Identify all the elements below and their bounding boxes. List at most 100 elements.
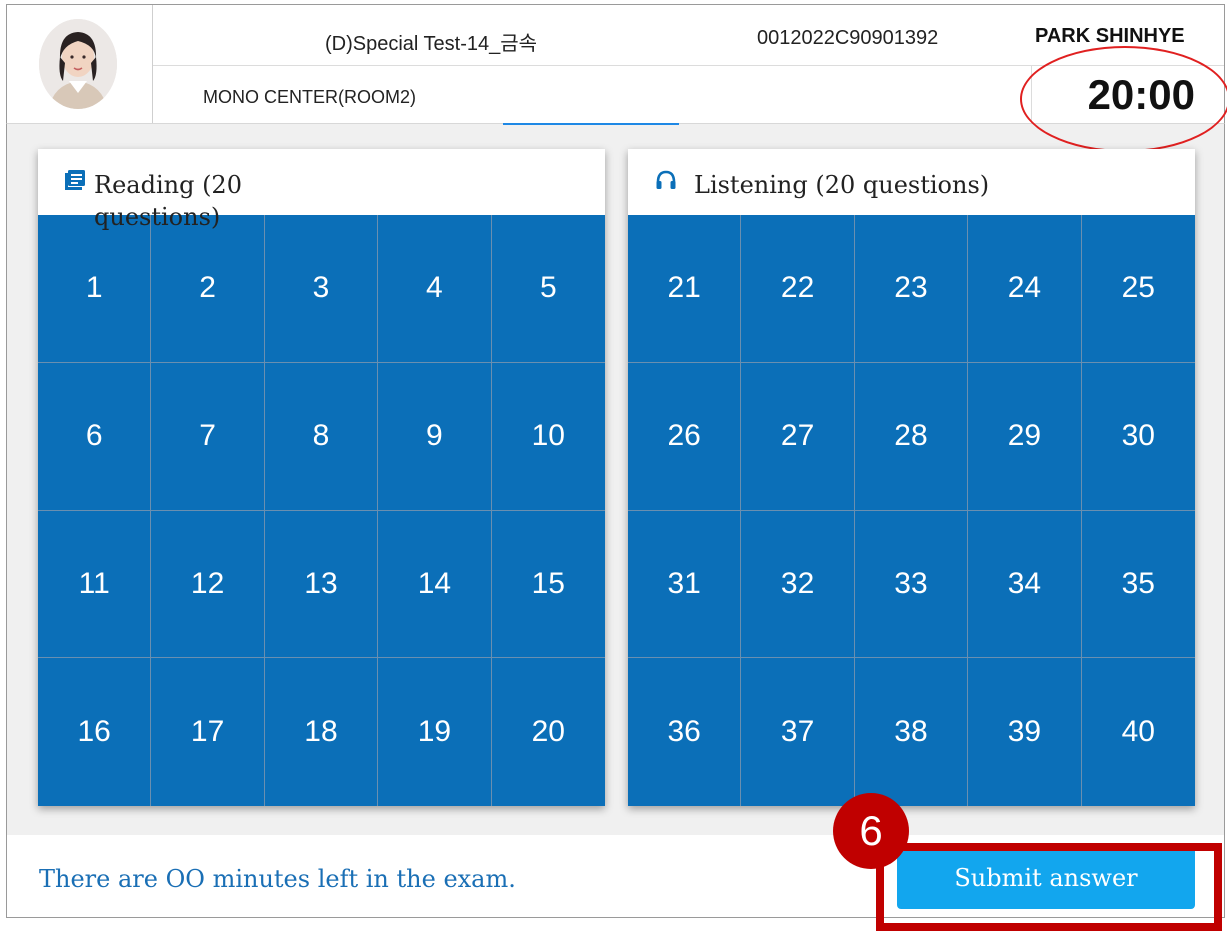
active-indicator [503, 123, 679, 125]
question-number: 31 [667, 566, 701, 600]
question-number: 37 [780, 715, 815, 749]
candidate-photo-cell [7, 5, 153, 123]
question-number: 26 [667, 419, 701, 453]
book-icon [64, 169, 86, 196]
question-number: 6 [85, 419, 103, 453]
question-number: 18 [304, 715, 338, 749]
listening-question-cell[interactable]: 39 [968, 658, 1082, 806]
reading-title: Reading (20 [94, 171, 242, 199]
question-number: 19 [417, 715, 452, 749]
listening-question-cell[interactable]: 21 [628, 215, 742, 363]
question-number: 8 [312, 419, 330, 453]
listening-question-cell[interactable]: 26 [628, 362, 742, 511]
exam-center: MONO CENTER(ROOM2) [203, 87, 416, 107]
question-number: 11 [78, 566, 110, 600]
question-number: 9 [426, 419, 443, 453]
listening-question-cell[interactable]: 38 [855, 658, 969, 806]
reading-question-cell[interactable]: 7 [151, 362, 265, 511]
question-number: 40 [1121, 715, 1155, 749]
question-number: 30 [1121, 419, 1155, 453]
question-number: 16 [77, 715, 111, 749]
listening-question-cell[interactable]: 31 [628, 510, 742, 659]
avatar [39, 19, 117, 109]
reading-question-cell[interactable]: 13 [264, 510, 379, 659]
question-number: 3 [312, 271, 330, 305]
listening-question-cell[interactable]: 32 [741, 510, 855, 659]
reading-panel-header: Reading (20 questions) [38, 149, 605, 231]
reading-question-cell[interactable]: 2 [151, 215, 265, 363]
listening-panel-header: Listening (20 questions) [628, 149, 1195, 215]
listening-question-cell[interactable]: 22 [741, 215, 855, 363]
reading-question-cell[interactable]: 17 [151, 658, 265, 806]
question-number: 35 [1121, 566, 1155, 600]
reading-question-cell[interactable]: 10 [491, 363, 605, 511]
question-number: 10 [531, 419, 565, 453]
question-number: 22 [780, 271, 815, 305]
question-number: 15 [531, 566, 565, 600]
question-number: 34 [1007, 566, 1042, 600]
question-number: 14 [417, 566, 452, 600]
question-number: 4 [426, 271, 443, 305]
reading-question-grid: 1 2 3 4 5 6 7 8 9 10 11 12 13 14 15 16 17 18 19 20 [38, 215, 605, 806]
reading-question-cell[interactable]: 9 [378, 362, 492, 511]
question-number: 12 [190, 566, 225, 600]
question-number: 2 [199, 271, 216, 305]
listening-question-cell[interactable]: 28 [854, 362, 969, 511]
candidate-name: PARK SHINHYE [1035, 25, 1185, 47]
listening-question-cell[interactable]: 36 [628, 658, 742, 806]
listening-question-grid: 21 22 23 24 25 26 27 28 29 30 31 32 33 34 35 36 37 38 39 40 [628, 215, 1195, 806]
reading-question-cell[interactable]: 19 [378, 658, 492, 806]
test-name: (D)Special Test-14_금속 [325, 33, 538, 55]
listening-question-cell[interactable]: 29 [968, 362, 1082, 511]
question-number: 21 [667, 271, 701, 305]
reading-question-cell[interactable]: 14 [378, 510, 492, 659]
question-number: 5 [539, 271, 557, 305]
question-number: 27 [780, 419, 815, 453]
listening-question-cell[interactable]: 37 [741, 658, 855, 806]
question-number: 25 [1121, 271, 1155, 305]
question-number: 28 [894, 419, 928, 453]
listening-question-cell[interactable]: 25 [1081, 215, 1195, 363]
reading-question-cell[interactable]: 20 [492, 658, 605, 806]
reading-question-cell[interactable]: 12 [151, 510, 265, 659]
listening-question-cell[interactable]: 27 [741, 362, 855, 511]
timer-highlight-ellipse [1020, 46, 1227, 152]
listening-question-cell[interactable]: 34 [968, 510, 1082, 659]
reading-question-cell[interactable]: 15 [491, 511, 605, 659]
question-number: 32 [780, 566, 815, 600]
headphones-icon [655, 169, 677, 196]
question-number: 38 [894, 715, 928, 749]
question-number: 7 [199, 419, 216, 453]
exam-number: 0012022C90901392 [757, 27, 939, 49]
listening-question-cell[interactable]: 23 [854, 215, 969, 363]
reading-question-cell[interactable]: 4 [378, 215, 492, 363]
listening-question-cell[interactable]: 40 [1082, 658, 1195, 806]
question-number: 29 [1007, 419, 1042, 453]
reading-question-cell[interactable]: 16 [38, 658, 152, 806]
question-number: 39 [1007, 715, 1042, 749]
reading-question-cell[interactable]: 6 [38, 362, 152, 511]
reading-question-cell[interactable]: 3 [264, 215, 379, 363]
time-remaining-message: There are OO minutes left in the exam. [39, 865, 516, 893]
question-number: 20 [531, 715, 565, 749]
question-number: 23 [894, 271, 928, 305]
reading-question-cell[interactable]: 5 [491, 215, 605, 363]
listening-title: Listening (20 questions) [694, 171, 990, 199]
question-number: 24 [1007, 271, 1042, 305]
listening-question-cell[interactable]: 30 [1081, 363, 1195, 511]
listening-question-cell[interactable]: 33 [854, 510, 969, 659]
submit-highlight-box [876, 843, 1222, 931]
reading-question-cell[interactable]: 1 [38, 215, 152, 363]
listening-question-cell[interactable]: 35 [1081, 511, 1195, 659]
step-number-badge: 6 [833, 793, 909, 869]
listening-panel: Listening (20 questions) 21 22 23 24 25 26 27 2… [628, 149, 1195, 806]
question-number: 1 [85, 271, 103, 305]
reading-panel: Reading (20 questions) 1 2 3 4 5 6 7 8 9 10 11 12 13… [38, 149, 605, 806]
listening-question-cell[interactable]: 24 [968, 215, 1082, 363]
question-number: 13 [304, 566, 338, 600]
reading-question-cell[interactable]: 11 [38, 510, 152, 659]
question-number: 17 [190, 715, 225, 749]
reading-question-cell[interactable]: 8 [264, 362, 379, 511]
question-number: 36 [667, 715, 701, 749]
reading-question-cell[interactable]: 18 [265, 658, 379, 806]
